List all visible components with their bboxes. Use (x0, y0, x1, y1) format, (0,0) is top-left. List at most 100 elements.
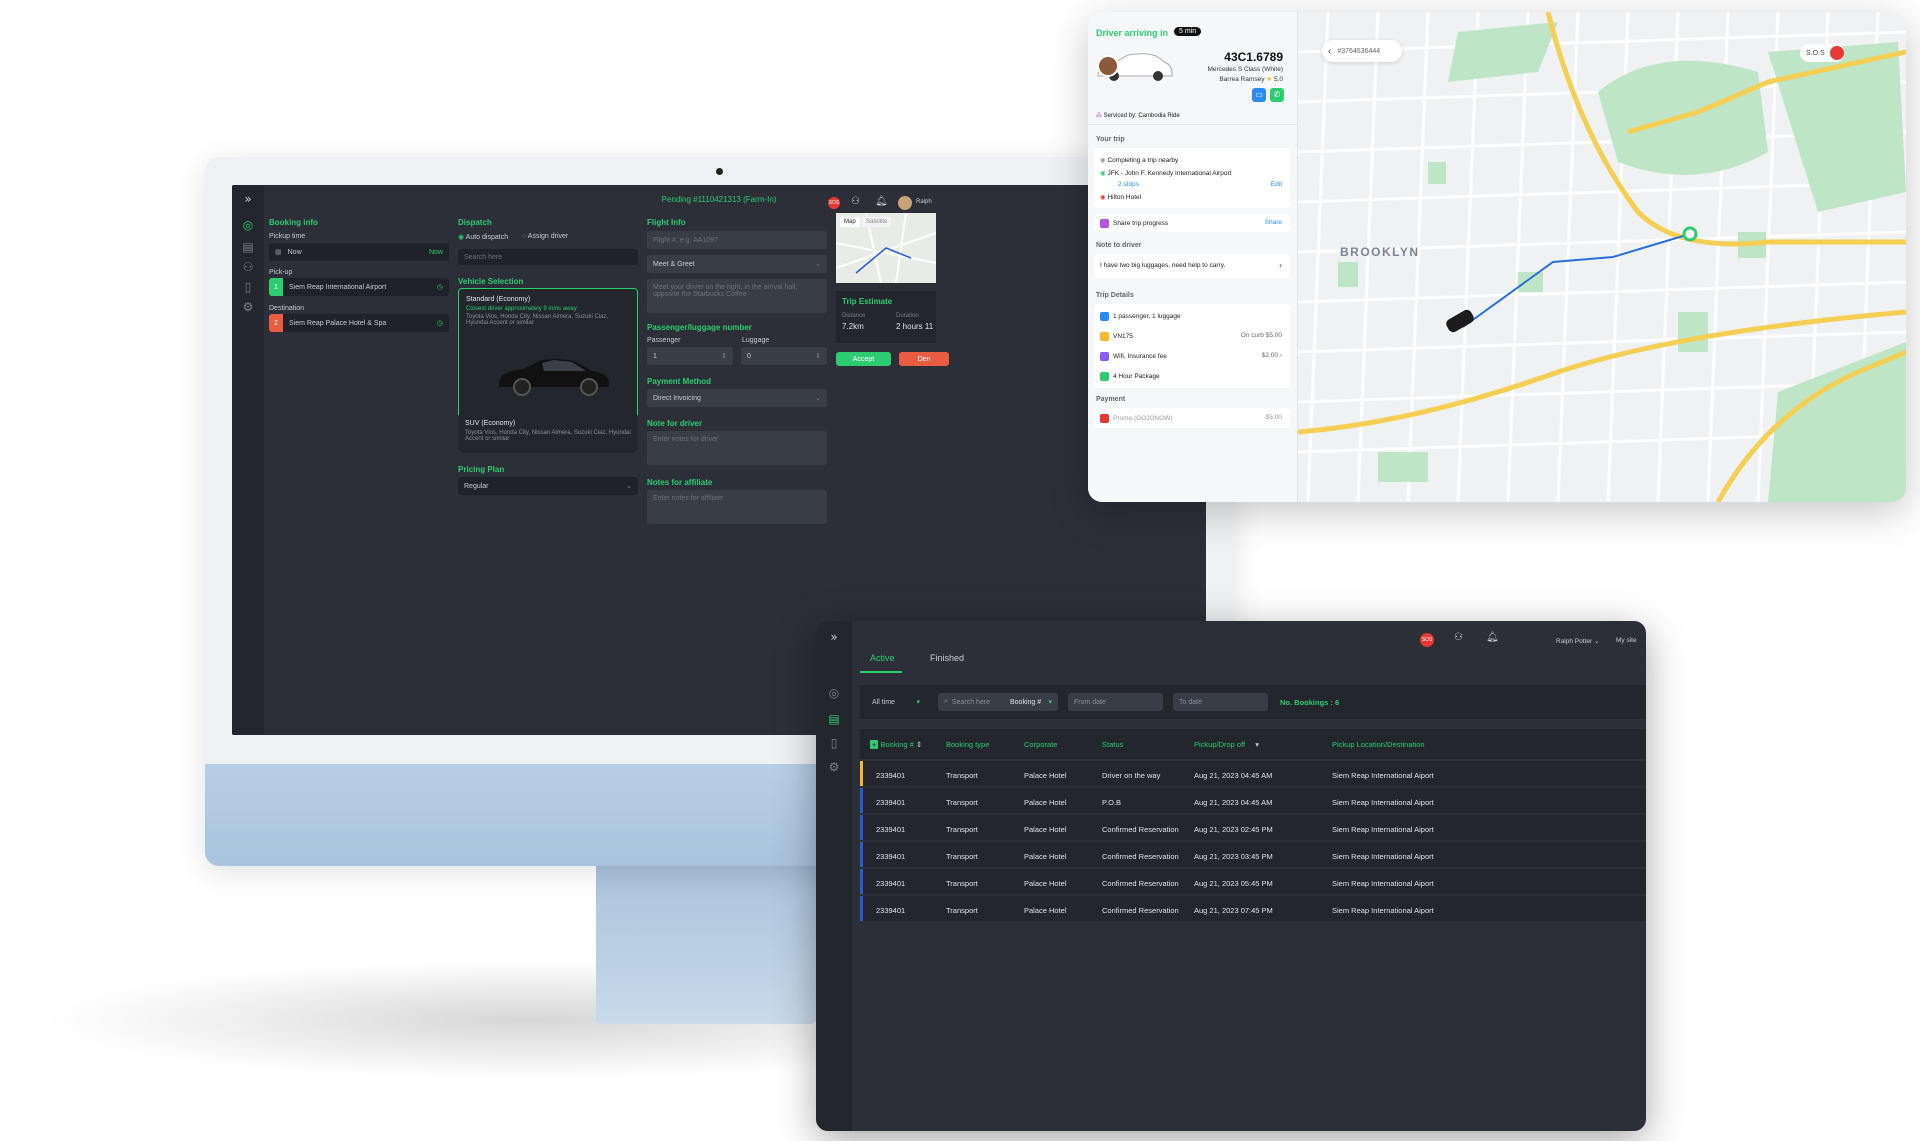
map-tab[interactable]: Map (840, 217, 860, 227)
cell-time: Aug 21, 2023 04:45 AM (1194, 798, 1273, 807)
detail-passenger-text: 1 passenger, 1 luggage (1113, 313, 1181, 321)
table-row[interactable]: 2339401 Transport Palace Hotel P.O.B Aug 21,… (860, 788, 1646, 815)
col-booking-label: Booking # (880, 740, 914, 749)
meet-greet-value: Meet & Greet (653, 260, 695, 268)
table-row[interactable]: 2339401 Transport Palace Hotel Driver on th… (860, 761, 1646, 788)
cell-type: Transport (946, 852, 978, 861)
note-card[interactable]: I have two big luggages, need help to ca… (1094, 254, 1290, 278)
cell-loc: Siem Reap International Aiport (1332, 906, 1434, 915)
payment-title: Payment (1096, 396, 1126, 403)
drivers-icon[interactable]: ⚇ (1454, 632, 1463, 643)
settings-icon[interactable]: ⚙ (826, 759, 842, 775)
booking-search-input[interactable]: ⌕ Search here Booking # ▾ (938, 693, 1058, 711)
stops-link[interactable]: 2 stops (1118, 181, 1139, 188)
city-map[interactable]: ‹ #3764536444 S.O.S BROOKLYN (1297, 12, 1906, 502)
tablet-sidebar: » ◎ ▤ ▯ ⚙ (816, 621, 852, 1131)
share-link[interactable]: Share (1265, 219, 1282, 226)
table-row[interactable]: 2339401 Transport Palace Hotel Confirmed Re… (860, 896, 1646, 923)
passenger-stepper[interactable]: 1 ⇕ (647, 347, 733, 365)
drivers-icon[interactable]: ⚇ (851, 196, 860, 207)
booking-ref-pill[interactable]: ‹ #3764536444 (1322, 40, 1402, 62)
document-icon[interactable]: ▯ (240, 279, 256, 295)
share-trip-row[interactable]: Share trip progress Share (1094, 214, 1290, 232)
time-filter-select[interactable]: All time ▾ (866, 693, 926, 711)
document-icon[interactable]: ▯ (826, 735, 842, 751)
tab-active[interactable]: Active (870, 653, 895, 663)
chat-icon[interactable]: ▭ (1252, 88, 1266, 102)
note-title: Note to driver (1096, 242, 1142, 249)
add-icon[interactable]: + (870, 740, 879, 749)
sort-icon: ⇕ (915, 740, 923, 749)
avatar[interactable] (898, 196, 912, 210)
assign-driver-radio[interactable]: ○ Assign driver (522, 233, 568, 240)
col-type[interactable]: Booking type (946, 740, 989, 749)
col-location[interactable]: Pickup Location/Destination (1332, 740, 1425, 749)
distance-label: Distance (842, 313, 866, 319)
pickup-field[interactable]: 1 Siem Reap International Airport ◷ (269, 278, 449, 296)
luggage-stepper[interactable]: 0 ⇕ (741, 347, 827, 365)
bell-icon[interactable]: 🔔︎ (875, 196, 888, 207)
dispatch-title: Dispatch (458, 218, 492, 227)
search-field-select[interactable]: Booking # (1010, 699, 1041, 706)
camera (716, 168, 723, 175)
circle-icon: ◉ (1100, 194, 1106, 201)
user-name: Ralph (916, 199, 932, 205)
pricing-plan-select[interactable]: Regular ⌄ (458, 477, 638, 495)
table-row[interactable]: 2339401 Transport Palace Hotel Confirmed Re… (860, 869, 1646, 896)
col-pickup[interactable]: Pickup/Drop off ▾ (1194, 740, 1259, 749)
search-icon: ⌕ (944, 698, 948, 705)
sos-button[interactable]: S.O.S (1800, 44, 1844, 62)
divider (1088, 124, 1297, 125)
sos-icon[interactable]: SOS (828, 197, 840, 209)
flight-number-input[interactable]: Flight #, e.g. AA1097 (647, 231, 827, 249)
table-row[interactable]: 2339401 Transport Palace Hotel Confirmed Re… (860, 815, 1646, 842)
filter-bar: All time ▾ ⌕ Search here Booking # ▾ From … (860, 685, 1646, 719)
accept-button[interactable]: Accept (836, 352, 891, 366)
vehicle-card-suv[interactable]: SUV (Economy) Toyota Vios, Honda City, N… (458, 413, 638, 453)
table-row[interactable]: 2339401 Transport Palace Hotel Confirmed Re… (860, 842, 1646, 869)
destination-field[interactable]: 2 Siem Reap Palace Hotel & Spa ◷ (269, 314, 449, 332)
bell-icon[interactable]: 🔔︎ (1486, 632, 1499, 643)
mini-map[interactable]: Map Satellite (836, 213, 936, 283)
trip-estimate-card: Trip Estimate Distance 7.2km Duration 2 … (836, 291, 936, 343)
settings-icon[interactable]: ⚙ (240, 299, 256, 315)
driver-tracking-card: ‹ #3764536444 S.O.S BROOKLYN Driver arri… (1088, 12, 1906, 502)
col-corporate[interactable]: Corporate (1024, 740, 1057, 749)
sos-label: S.O.S (1806, 49, 1825, 57)
expand-icon[interactable]: » (826, 629, 842, 645)
auto-dispatch-radio[interactable]: ◉ Auto dispatch (458, 233, 508, 241)
tab-finished[interactable]: Finished (930, 653, 964, 663)
dashboard-icon[interactable]: ◎ (240, 217, 256, 233)
dashboard-icon[interactable]: ◎ (826, 685, 842, 701)
passenger-value: 1 (653, 352, 657, 360)
pickup-time-field[interactable]: ▦ Now Now (269, 243, 449, 261)
detail-extras[interactable]: Wifi, Insurance fee (1100, 352, 1167, 361)
deny-button[interactable]: Den (899, 352, 949, 366)
col-status[interactable]: Status (1102, 740, 1123, 749)
driver-search-input[interactable]: Search here (458, 249, 638, 265)
vehicle-models: Toyota Vios, Honda City, Nissan Almera, … (466, 314, 609, 326)
users-icon[interactable]: ⚇ (240, 259, 256, 275)
extras-price: $2.00 (1261, 352, 1279, 359)
my-site-link[interactable]: My site (1616, 637, 1637, 644)
bookings-icon[interactable]: ▤ (826, 711, 842, 727)
sos-icon[interactable]: SOS (1420, 633, 1434, 647)
meet-greet-select[interactable]: Meet & Greet ⌄ (647, 255, 827, 273)
note-affiliate-textarea[interactable]: Enter notes for affiliate (647, 490, 827, 524)
detail-package: 4 Hour Package (1100, 372, 1160, 381)
satellite-tab[interactable]: Satellite (862, 217, 892, 227)
bookings-icon[interactable]: ▤ (240, 239, 256, 255)
payment-method-select[interactable]: Direct Invoicing ⌄ (647, 389, 827, 407)
col-booking[interactable]: + Booking # ⇕ (870, 740, 922, 749)
note-driver-textarea[interactable]: Enter notes for driver (647, 431, 827, 465)
edit-link[interactable]: Edit (1271, 181, 1282, 188)
stop-2-text: JFK - John F. Kennedy International Airp… (1107, 170, 1232, 177)
vehicle-name: Standard (Economy) (466, 296, 531, 303)
to-date-input[interactable]: To date (1173, 693, 1268, 711)
user-menu[interactable]: Ralph Potter ⌄ (1556, 637, 1599, 645)
meet-note-textarea[interactable]: Meet your driver on the right, in the ar… (647, 279, 827, 313)
from-date-input[interactable]: From date (1068, 693, 1163, 711)
phone-icon[interactable]: ✆ (1270, 88, 1284, 102)
promo-amount: -$5.00 (1263, 414, 1282, 421)
cell-id: 2339401 (876, 906, 906, 915)
